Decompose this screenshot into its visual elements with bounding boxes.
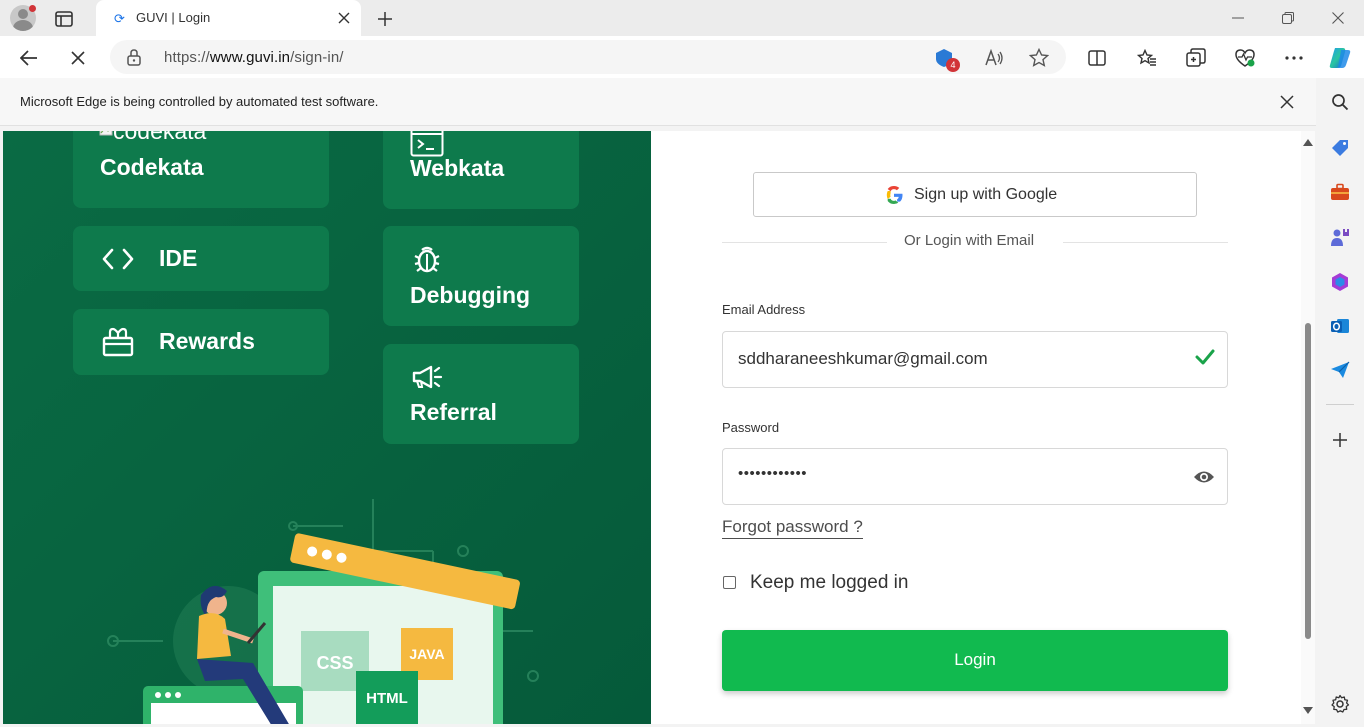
illustration-html-label: HTML bbox=[366, 690, 408, 707]
card-ide[interactable]: IDE bbox=[73, 226, 329, 291]
favorite-star-icon[interactable] bbox=[1027, 46, 1051, 70]
browser-essentials-icon[interactable] bbox=[1231, 44, 1259, 72]
tools-briefcase-icon[interactable] bbox=[1328, 180, 1352, 204]
scroll-down-arrow-icon[interactable] bbox=[1303, 705, 1313, 715]
broken-image-alt-text: codekata bbox=[113, 131, 207, 144]
bug-icon bbox=[412, 244, 442, 279]
extension-badge: 4 bbox=[946, 58, 960, 72]
sidebar-divider bbox=[1326, 404, 1354, 405]
notification-dot bbox=[29, 5, 36, 12]
url-prefix: https:// bbox=[164, 49, 210, 66]
keep-logged-in-checkbox[interactable] bbox=[723, 576, 736, 589]
url-text[interactable]: https://www.guvi.in/sign-in/ bbox=[164, 49, 344, 66]
card-label-rewards: Rewards bbox=[159, 328, 255, 354]
card-label-codekata: Codekata bbox=[100, 154, 204, 180]
microsoft-365-icon[interactable] bbox=[1328, 270, 1352, 294]
address-bar[interactable]: https://www.guvi.in/sign-in/ 4 bbox=[110, 40, 1066, 74]
gift-icon bbox=[102, 327, 134, 362]
divider-line-right bbox=[1063, 242, 1228, 243]
checkmark-icon bbox=[1195, 348, 1215, 371]
infobar-close-icon[interactable] bbox=[1275, 90, 1299, 114]
login-button-label: Login bbox=[954, 650, 996, 669]
scroll-up-arrow-icon[interactable] bbox=[1303, 137, 1313, 147]
url-host: www.guvi.in bbox=[209, 49, 291, 66]
password-value: •••••••••••• bbox=[738, 465, 808, 482]
or-login-email-text: Or Login with Email bbox=[904, 232, 1035, 249]
password-field[interactable]: •••••••••••• bbox=[722, 448, 1228, 505]
broken-image-icon: codekata bbox=[99, 131, 206, 145]
tab-title: GUVI | Login bbox=[136, 10, 211, 25]
minimize-button[interactable] bbox=[1223, 6, 1253, 30]
close-tab-icon[interactable] bbox=[334, 8, 354, 28]
illustration-java-label: JAVA bbox=[409, 646, 444, 662]
card-label-ide: IDE bbox=[159, 245, 198, 271]
keep-logged-in-label[interactable]: Keep me logged in bbox=[750, 572, 908, 594]
tab-bar: ⟳ GUVI | Login bbox=[0, 0, 1364, 36]
forgot-password-link[interactable]: Forgot password ? bbox=[722, 517, 863, 539]
shopping-tag-icon[interactable] bbox=[1328, 136, 1352, 160]
email-value: sddharaneeshkumar@gmail.com bbox=[738, 349, 988, 368]
features-panel: codekata Codekata Webkata IDE Debugging bbox=[3, 131, 651, 724]
tab-actions-icon[interactable] bbox=[52, 8, 76, 30]
card-codekata[interactable]: codekata Codekata bbox=[73, 131, 329, 208]
automation-infobar: Microsoft Edge is being controlled by au… bbox=[0, 78, 1316, 126]
outlook-icon[interactable] bbox=[1328, 314, 1352, 338]
restore-button[interactable] bbox=[1273, 6, 1303, 30]
lock-icon[interactable] bbox=[126, 48, 142, 71]
code-brackets-icon bbox=[102, 248, 134, 275]
more-options-icon[interactable] bbox=[1280, 44, 1308, 72]
url-path: /sign-in/ bbox=[290, 49, 344, 66]
infobar-message: Microsoft Edge is being controlled by au… bbox=[20, 94, 379, 109]
card-debugging[interactable]: Debugging bbox=[383, 226, 579, 326]
split-screen-icon[interactable] bbox=[1083, 44, 1111, 72]
games-icon[interactable] bbox=[1328, 225, 1352, 249]
navigation-bar: https://www.guvi.in/sign-in/ 4 bbox=[0, 36, 1364, 78]
read-aloud-icon[interactable] bbox=[983, 46, 1007, 70]
edge-sidebar bbox=[1316, 78, 1364, 727]
card-referral[interactable]: Referral bbox=[383, 344, 579, 444]
copilot-icon[interactable] bbox=[1326, 44, 1354, 72]
sidebar-settings-icon[interactable] bbox=[1328, 692, 1352, 716]
password-label: Password bbox=[722, 420, 780, 435]
close-window-button[interactable] bbox=[1323, 6, 1353, 30]
add-sidebar-app-icon[interactable] bbox=[1328, 428, 1352, 452]
page-viewport: codekata Codekata Webkata IDE Debugging bbox=[3, 131, 1315, 724]
favorites-icon[interactable] bbox=[1133, 44, 1161, 72]
card-label-webkata: Webkata bbox=[410, 155, 505, 181]
collections-icon[interactable] bbox=[1182, 44, 1210, 72]
google-signup-button[interactable]: Sign up with Google bbox=[753, 172, 1197, 217]
email-field[interactable]: sddharaneeshkumar@gmail.com bbox=[722, 331, 1228, 388]
send-icon[interactable] bbox=[1328, 358, 1352, 382]
card-webkata[interactable]: Webkata bbox=[383, 131, 579, 209]
loading-icon: ⟳ bbox=[114, 11, 125, 26]
scrollbar-thumb[interactable] bbox=[1305, 323, 1311, 639]
stop-loading-button[interactable] bbox=[64, 44, 92, 72]
search-icon[interactable] bbox=[1328, 90, 1352, 114]
illustration-css-label: CSS bbox=[316, 653, 353, 673]
new-tab-button[interactable] bbox=[372, 6, 398, 32]
card-label-referral: Referral bbox=[410, 399, 497, 425]
login-button[interactable]: Login bbox=[722, 630, 1228, 691]
email-label: Email Address bbox=[722, 302, 806, 317]
extension-icon[interactable]: 4 bbox=[932, 46, 960, 72]
tab-guvi-login[interactable]: ⟳ GUVI | Login bbox=[96, 0, 361, 36]
megaphone-icon bbox=[411, 365, 443, 394]
show-password-eye-icon[interactable] bbox=[1193, 469, 1215, 490]
login-panel: Sign up with Google Or Login with Email … bbox=[651, 131, 1301, 724]
google-logo-icon bbox=[884, 185, 904, 210]
divider-line-left bbox=[722, 242, 887, 243]
back-button[interactable] bbox=[15, 44, 43, 72]
coding-illustration: CSS JAVA HTML bbox=[107, 499, 539, 724]
card-rewards[interactable]: Rewards bbox=[73, 309, 329, 375]
page-scrollbar[interactable] bbox=[1301, 131, 1315, 724]
google-signup-label: Sign up with Google bbox=[914, 186, 1058, 203]
card-label-debugging: Debugging bbox=[410, 282, 531, 308]
